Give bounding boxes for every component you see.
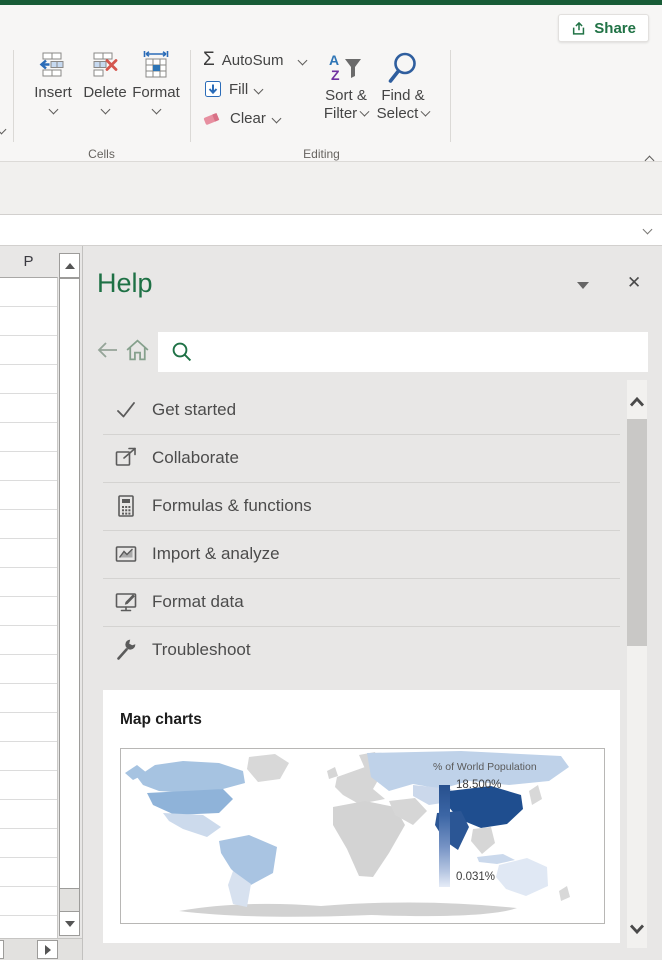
sheet-vertical-scrollbar-thumb[interactable] [59, 278, 80, 889]
back-arrow-icon[interactable] [96, 340, 120, 360]
group-separator [450, 50, 451, 142]
svg-text:A: A [329, 52, 339, 68]
topic-format-data[interactable]: Format data [103, 578, 620, 627]
clear-label: Clear [230, 110, 266, 127]
map-legend-gradient [439, 785, 450, 887]
chevron-down-icon [254, 84, 264, 94]
help-scroll-up-icon[interactable] [629, 396, 645, 408]
insert-cells-icon [38, 50, 68, 80]
triangle-up-icon [65, 263, 75, 269]
topic-label: Format data [152, 592, 244, 612]
format-label: Format [132, 85, 180, 101]
formula-bar[interactable] [0, 215, 662, 246]
map-legend-min: 0.031% [456, 871, 495, 883]
share-label: Share [594, 20, 636, 37]
help-search-box[interactable] [158, 332, 648, 372]
ribbon: Share Insert [0, 5, 662, 162]
autosum-sigma-icon: Σ [203, 51, 215, 69]
sheet-scroll-right-button[interactable] [37, 940, 58, 959]
triangle-right-icon [45, 945, 51, 955]
triangle-down-icon [65, 921, 75, 927]
eraser-icon [202, 109, 223, 127]
chevron-down-icon [100, 105, 110, 115]
find-select-button[interactable]: Find & Select [374, 51, 432, 123]
calculator-icon [113, 493, 139, 519]
delete-button[interactable]: Delete [79, 50, 131, 134]
column-header-p[interactable]: P [0, 253, 57, 270]
topic-formulas-functions[interactable]: Formulas & functions [103, 482, 620, 531]
search-icon [171, 341, 193, 363]
topic-label: Import & analyze [152, 544, 280, 564]
help-pane-title: Help [97, 268, 153, 299]
world-map [121, 749, 604, 923]
delete-label: Delete [83, 85, 126, 101]
help-scrollbar-thumb[interactable] [627, 419, 647, 646]
share-icon [571, 21, 587, 36]
help-scroll-down-icon[interactable] [629, 923, 645, 935]
chevron-down-icon [421, 107, 431, 117]
insert-button[interactable]: Insert [27, 50, 79, 134]
share-button[interactable]: Share [558, 14, 649, 42]
formula-bar-expand-icon[interactable] [643, 225, 653, 235]
fill-label: Fill [229, 81, 248, 98]
topic-label: Formulas & functions [152, 496, 312, 516]
wrench-icon [113, 637, 139, 663]
topic-import-analyze[interactable]: Import & analyze [103, 530, 620, 579]
excel-window: Share Insert [0, 0, 662, 960]
format-cells-icon [141, 50, 171, 80]
chevron-down-icon [151, 105, 161, 115]
check-icon [113, 397, 139, 423]
chevron-down-icon [360, 107, 370, 117]
topic-label: Collaborate [152, 448, 239, 468]
svg-text:Z: Z [331, 67, 340, 83]
delete-cells-icon [90, 50, 120, 80]
group-separator [13, 50, 14, 142]
chevron-down-icon [298, 55, 308, 65]
find-select-icon [386, 51, 420, 87]
fill-down-icon [204, 80, 222, 98]
pane-options-caret-icon[interactable] [577, 282, 589, 289]
group-separator [190, 50, 191, 142]
sheet-scroll-down-button[interactable] [59, 911, 80, 936]
card-title: Map charts [120, 711, 202, 729]
autosum-button[interactable]: Σ AutoSum [203, 50, 306, 70]
topic-label: Troubleshoot [152, 640, 251, 660]
autosum-label: AutoSum [222, 52, 284, 69]
toolbar-spacer [0, 162, 662, 215]
chevron-down-icon [271, 113, 281, 123]
insert-label: Insert [34, 85, 72, 101]
collaborate-icon [113, 445, 139, 471]
fill-button[interactable]: Fill [204, 79, 262, 99]
map-legend-max: 18.500% [456, 779, 501, 791]
find-select-label-2: Select [377, 105, 419, 122]
chevron-down-icon [48, 105, 58, 115]
sheet-cells[interactable] [0, 277, 58, 939]
sheet-vertical-scrollbar-track[interactable] [59, 889, 80, 911]
sort-filter-label-1: Sort & [325, 87, 367, 105]
clear-button[interactable]: Clear [202, 108, 280, 128]
sort-filter-label-2: Filter [324, 105, 357, 122]
import-analyze-icon [113, 541, 139, 567]
map-chart-image: % of World Population 18.500% 0.031% [120, 748, 605, 924]
home-icon[interactable] [124, 337, 151, 363]
search-input[interactable] [198, 332, 642, 374]
sheet-scroll-up-button[interactable] [59, 253, 80, 278]
topic-collaborate[interactable]: Collaborate [103, 434, 620, 483]
format-button[interactable]: Format [130, 50, 182, 134]
map-charts-card[interactable]: Map charts [103, 690, 620, 943]
topic-troubleshoot[interactable]: Troubleshoot [103, 626, 620, 674]
close-pane-icon[interactable]: ✕ [627, 273, 641, 293]
topic-label: Get started [152, 400, 236, 420]
sort-filter-button[interactable]: A Z Sort & Filter [318, 51, 374, 123]
map-legend-title: % of World Population [433, 761, 537, 773]
sheet-scroll-left-button[interactable] [0, 940, 4, 959]
topic-get-started[interactable]: Get started [103, 386, 620, 435]
format-data-icon [113, 589, 139, 615]
pane-divider [82, 246, 83, 960]
sort-filter-icon: A Z [327, 51, 365, 87]
editing-group-label: Editing [193, 147, 450, 161]
find-select-label-1: Find & [381, 87, 424, 105]
cells-group-label: Cells [13, 147, 190, 161]
chevron-down-icon[interactable] [0, 125, 6, 135]
